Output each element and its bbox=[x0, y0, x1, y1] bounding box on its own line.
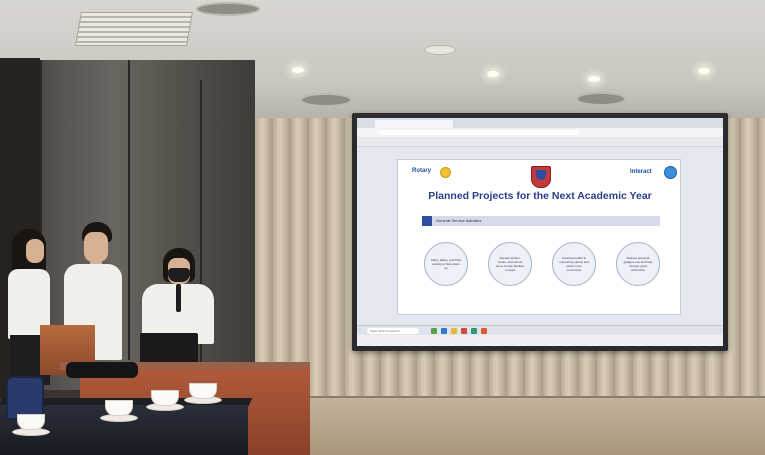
face bbox=[26, 239, 44, 263]
browser-tab-bar bbox=[357, 118, 723, 128]
wall-seam bbox=[128, 60, 130, 360]
section-banner: General Service Activities bbox=[422, 216, 660, 226]
taskbar-search: Type here to search bbox=[367, 328, 419, 334]
ceiling-light bbox=[487, 71, 499, 77]
browser-address-bar bbox=[357, 128, 723, 137]
project-circle: Marry, Eklep, and Pilot activity to help… bbox=[424, 242, 468, 286]
microphone-icon bbox=[176, 284, 181, 312]
ceiling-light bbox=[698, 68, 710, 74]
taskbar-app-icon bbox=[441, 328, 447, 334]
coffee-cup bbox=[151, 390, 179, 406]
project-circle: Donate clothes, books, and school items … bbox=[488, 242, 532, 286]
ceiling-light bbox=[588, 76, 600, 82]
taskbar-app-icon bbox=[431, 328, 437, 334]
face-mask bbox=[168, 268, 190, 282]
ceiling-speaker bbox=[196, 2, 260, 16]
school-crest-icon bbox=[531, 166, 551, 188]
section-marker-icon bbox=[422, 216, 432, 226]
taskbar-app-icon bbox=[471, 328, 477, 334]
projection-screen: Rotary Interact Planned Projects for the… bbox=[357, 118, 723, 346]
face bbox=[84, 232, 108, 262]
ceiling-vent bbox=[75, 12, 193, 46]
section-heading: General Service Activities bbox=[436, 218, 482, 223]
slide-title: Planned Projects for the Next Academic Y… bbox=[428, 190, 652, 202]
ceiling-light bbox=[292, 67, 304, 73]
project-circle: Continued effort in supporting elderly a… bbox=[552, 242, 596, 286]
interact-logo-icon bbox=[664, 166, 677, 179]
pdf-toolbar bbox=[357, 137, 723, 147]
taskbar-app-icon bbox=[451, 328, 457, 334]
taskbar-app-icon bbox=[481, 328, 487, 334]
stage-front bbox=[300, 398, 765, 455]
screen-bottom-margin bbox=[357, 335, 723, 346]
black-bag bbox=[66, 362, 138, 378]
coffee-cup bbox=[17, 414, 45, 430]
coffee-cup bbox=[189, 383, 217, 399]
ceiling-speaker bbox=[576, 92, 626, 106]
slide-viewport: Rotary Interact Planned Projects for the… bbox=[357, 147, 723, 325]
rotary-logo-text: Rotary bbox=[412, 168, 432, 174]
interact-logo-text: Interact bbox=[630, 169, 652, 175]
url-field bbox=[379, 130, 579, 135]
crest-shield-icon bbox=[536, 170, 546, 180]
ceiling-speaker bbox=[300, 93, 352, 107]
taskbar-app-icon bbox=[461, 328, 467, 334]
rotary-wheel-icon bbox=[440, 167, 451, 178]
browser-tab bbox=[375, 120, 453, 128]
coffee-cup bbox=[105, 400, 133, 416]
ceiling-light bbox=[424, 45, 456, 55]
presentation-slide: Rotary Interact Planned Projects for the… bbox=[397, 159, 681, 315]
project-circle: Reduce personal gadgets use and help thr… bbox=[616, 242, 660, 286]
photo-scene: Rotary Interact Planned Projects for the… bbox=[0, 0, 765, 455]
